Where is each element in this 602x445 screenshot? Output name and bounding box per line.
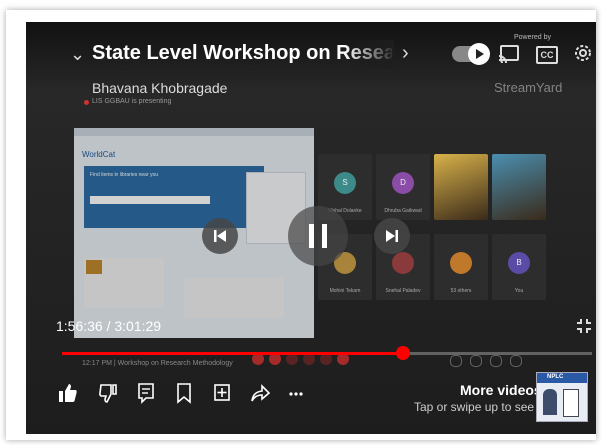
chat-icon [490,355,502,367]
pause-icon [309,224,327,248]
participant-avatar: S [334,172,356,194]
thumbnail-label: NPLC [547,374,564,380]
pause-button[interactable] [288,206,348,266]
participant-name: Snehal Paladev [385,288,421,294]
shared-screen: WorldCat Find items in libraries near yo… [74,128,314,338]
thumbnail-band: NPLC [537,373,587,383]
participant-tile: D Dhruba Gaikwad [376,154,430,220]
participant-name: 53 others [450,288,472,294]
next-button[interactable] [374,218,410,254]
participant-video [492,154,546,220]
exit-fullscreen-icon[interactable] [576,318,592,334]
progress-bar[interactable] [62,346,592,360]
streamyard-right-tools [450,354,560,368]
action-row [58,382,303,412]
gear-icon[interactable] [572,42,594,64]
share-icon[interactable] [250,382,270,404]
thumbs-up-icon[interactable] [58,382,78,404]
participant-video [434,154,488,220]
progress-played [62,352,403,355]
comment-icon[interactable] [136,382,156,404]
streamyard-watermark: StreamYard [494,80,563,95]
skip-next-icon [386,230,398,242]
minimize-chevron-icon[interactable]: ⌄ [70,44,85,65]
skip-previous-icon [214,230,226,242]
powered-by-label: Powered by [514,34,551,41]
previous-button[interactable] [202,218,238,254]
meeting-label: 12:17 PM | Workshop on Research Methodol… [82,360,233,367]
captions-icon[interactable]: CC [536,46,558,64]
more-icon[interactable] [286,382,306,404]
video-player[interactable]: WorldCat Find items in libraries near yo… [26,22,596,434]
thumbs-down-icon[interactable] [98,382,118,404]
thumbnail-phone [563,389,579,417]
progress-scrubber[interactable] [395,346,410,360]
add-to-playlist-icon[interactable] [212,382,232,404]
participant-avatar [392,252,414,274]
participant-name: Dhruba Gaikwad [384,208,422,214]
presenting-status: LIS GGBAU is presenting [92,98,172,105]
more-videos-title[interactable]: More videos [460,382,542,398]
participant-name: Mohini Tekam [329,288,361,294]
live-dot-icon [84,100,89,105]
more-videos-thumbnail[interactable]: NPLC [536,372,588,422]
participant-name: You [514,288,524,294]
activity-icon [510,355,522,367]
presenter-name: Bhavana Khobragade [92,80,228,96]
screen-dim [74,128,314,338]
participant-avatar [450,252,472,274]
title-next-icon[interactable]: › [402,42,409,65]
time-display: 1:56:36 / 3:01:29 [56,318,162,334]
title-fade [344,40,394,68]
autoplay-toggle[interactable] [452,43,490,65]
play-icon [476,49,484,59]
more-videos-subtitle: Tap or swipe up to see all [414,400,550,414]
participant-avatar: B [508,252,530,274]
autoplay-knob [468,43,490,65]
participant-tile: B You [492,234,546,300]
bookmark-icon[interactable] [174,382,194,404]
participant-tile [492,154,546,220]
participant-tile [434,154,488,220]
participant-tile: 53 others [434,234,488,300]
cast-icon[interactable] [498,44,520,64]
people-icon [470,355,482,367]
info-icon [450,355,462,367]
thumbnail-person [543,389,557,415]
participant-avatar: D [392,172,414,194]
